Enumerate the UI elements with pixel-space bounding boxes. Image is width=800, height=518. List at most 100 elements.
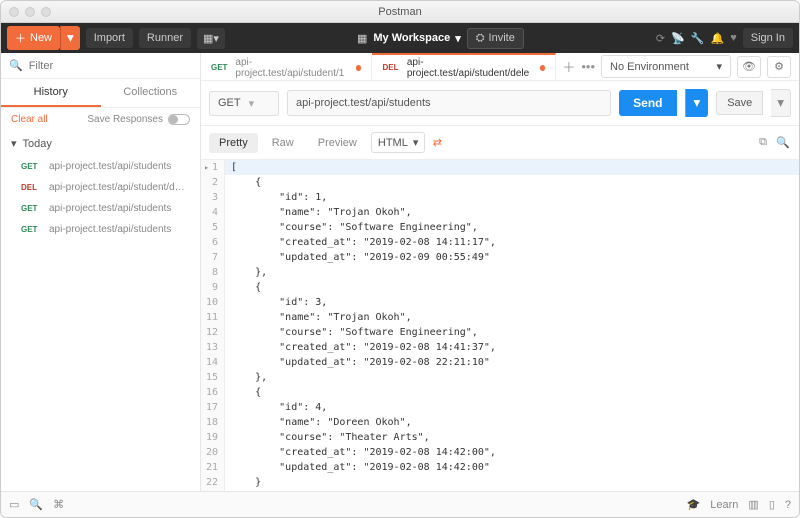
satellite-icon[interactable]: 📡	[671, 32, 685, 45]
line-number: 6	[201, 235, 225, 250]
environment-select[interactable]: No Environment ▾	[601, 55, 731, 78]
unsaved-dot-icon	[540, 65, 546, 71]
statusbar: ▭ 🔍 ⌘ 🎓 Learn ▥ ▯ ?	[1, 491, 799, 517]
search-response-button[interactable]: 🔍	[775, 136, 791, 149]
two-pane-icon[interactable]: ▯	[769, 498, 775, 511]
code-text: {	[225, 175, 799, 190]
line-number: 1	[201, 160, 225, 175]
line-number: 2	[201, 175, 225, 190]
console-icon[interactable]: ⌘	[53, 498, 64, 511]
code-line: 16 {	[201, 385, 799, 400]
code-text: {	[225, 280, 799, 295]
filter-row: 🔍	[1, 53, 200, 79]
code-line: 9 {	[201, 280, 799, 295]
line-number: 7	[201, 250, 225, 265]
sync-icon[interactable]: ⟳	[656, 32, 665, 45]
learn-link[interactable]: Learn	[710, 499, 738, 511]
code-text: "id": 1,	[225, 190, 799, 205]
chevron-down-icon: ▾	[455, 32, 461, 45]
request-tab[interactable]: GETapi-project.test/api/student/1	[201, 53, 372, 80]
new-dropdown[interactable]: ▾	[60, 26, 80, 50]
bootcamp-icon[interactable]: 🎓	[687, 498, 701, 511]
save-button[interactable]: Save	[716, 91, 763, 115]
wrap-lines-button[interactable]: ⇄	[429, 136, 445, 149]
send-dropdown[interactable]: ▾	[685, 89, 709, 117]
history-group-today[interactable]: ▾ Today	[1, 131, 200, 156]
person-plus-icon: ⛭	[476, 32, 485, 45]
copy-button[interactable]: ⧉	[755, 136, 771, 149]
resp-tab-pretty[interactable]: Pretty	[209, 133, 258, 153]
tab-collections[interactable]: Collections	[101, 79, 201, 107]
code-line: 6 "created_at": "2019-02-08 14:11:17",	[201, 235, 799, 250]
line-number: 12	[201, 325, 225, 340]
save-dropdown[interactable]: ▾	[771, 89, 791, 117]
line-number: 14	[201, 355, 225, 370]
code-line: 4 "name": "Trojan Okoh",	[201, 205, 799, 220]
code-text: "course": "Theater Arts",	[225, 430, 799, 445]
heart-icon[interactable]: ♥	[730, 32, 737, 44]
app-window: Postman ＋ New ▾ Import Runner ▦▾ ▦ My Wo…	[0, 0, 800, 518]
code-line: 2 {	[201, 175, 799, 190]
env-quicklook-button[interactable]: 👁	[737, 56, 761, 78]
sidebar-toggle-icon[interactable]: ▭	[9, 498, 19, 511]
windows-button[interactable]: ▦▾	[197, 28, 225, 49]
save-responses-toggle[interactable]	[168, 114, 190, 125]
code-line: 22 }	[201, 475, 799, 490]
tab-history[interactable]: History	[1, 79, 101, 107]
line-number: 3	[201, 190, 225, 205]
filter-input[interactable]	[29, 60, 192, 72]
code-line: 19 "course": "Theater Arts",	[201, 430, 799, 445]
history-item[interactable]: GETapi-project.test/api/students	[1, 156, 200, 177]
code-text: "name": "Trojan Okoh",	[225, 310, 799, 325]
code-line: 11 "name": "Trojan Okoh",	[201, 310, 799, 325]
workspace-label: My Workspace	[373, 32, 450, 44]
history-item[interactable]: GETapi-project.test/api/students	[1, 219, 200, 240]
method-select[interactable]: GET ▾	[209, 91, 279, 116]
request-row: GET ▾ Send ▾ Save ▾	[201, 81, 799, 126]
bell-icon[interactable]: 🔔	[711, 32, 725, 45]
history-list: GETapi-project.test/api/studentsDELapi-p…	[1, 156, 200, 240]
find-icon[interactable]: 🔍	[29, 498, 43, 511]
line-number: 20	[201, 445, 225, 460]
new-button[interactable]: ＋ New	[7, 26, 60, 50]
line-number: 16	[201, 385, 225, 400]
line-number: 9	[201, 280, 225, 295]
history-item[interactable]: DELapi-project.test/api/student/delete/2	[1, 177, 200, 198]
titlebar: Postman	[1, 1, 799, 23]
search-icon: 🔍	[9, 59, 23, 72]
code-text: "updated_at": "2019-02-08 22:21:10"	[225, 355, 799, 370]
history-verb: GET	[21, 225, 43, 234]
code-text: "created_at": "2019-02-08 14:41:37",	[225, 340, 799, 355]
resp-tab-preview[interactable]: Preview	[308, 133, 367, 153]
url-input[interactable]	[287, 90, 611, 116]
layout-builder-icon[interactable]: ▥	[748, 498, 758, 511]
request-tab[interactable]: DELapi-project.test/api/student/dele	[372, 53, 556, 80]
resp-tab-raw[interactable]: Raw	[262, 133, 304, 153]
format-select[interactable]: HTML ▾	[371, 132, 425, 153]
line-number: 15	[201, 370, 225, 385]
tab-options-button[interactable]: •••	[581, 59, 595, 74]
code-text: "name": "Trojan Okoh",	[225, 205, 799, 220]
tab-verb: DEL	[382, 63, 402, 72]
response-body[interactable]: 1[2 {3 "id": 1,4 "name": "Trojan Okoh",5…	[201, 160, 799, 491]
history-verb: GET	[21, 204, 43, 213]
chevron-down-icon: ▾	[249, 97, 255, 110]
send-button[interactable]: Send	[619, 90, 676, 116]
line-number: 8	[201, 265, 225, 280]
import-button[interactable]: Import	[86, 28, 133, 48]
chevron-down-icon: ▾	[11, 137, 17, 150]
env-settings-button[interactable]: ⚙	[767, 56, 791, 78]
runner-button[interactable]: Runner	[139, 28, 191, 48]
wrench-icon[interactable]: 🔧	[691, 32, 705, 45]
signin-button[interactable]: Sign In	[743, 28, 793, 48]
invite-button[interactable]: ⛭ Invite	[467, 28, 524, 49]
help-icon[interactable]: ?	[785, 499, 791, 511]
environment-label: No Environment	[610, 61, 689, 73]
add-tab-button[interactable]: ＋	[562, 57, 575, 76]
line-number: 4	[201, 205, 225, 220]
clear-all-link[interactable]: Clear all	[11, 114, 48, 125]
workspace-selector[interactable]: My Workspace ▾	[373, 32, 460, 45]
code-text: "updated_at": "2019-02-09 00:55:49"	[225, 250, 799, 265]
line-number: 19	[201, 430, 225, 445]
history-item[interactable]: GETapi-project.test/api/students	[1, 198, 200, 219]
